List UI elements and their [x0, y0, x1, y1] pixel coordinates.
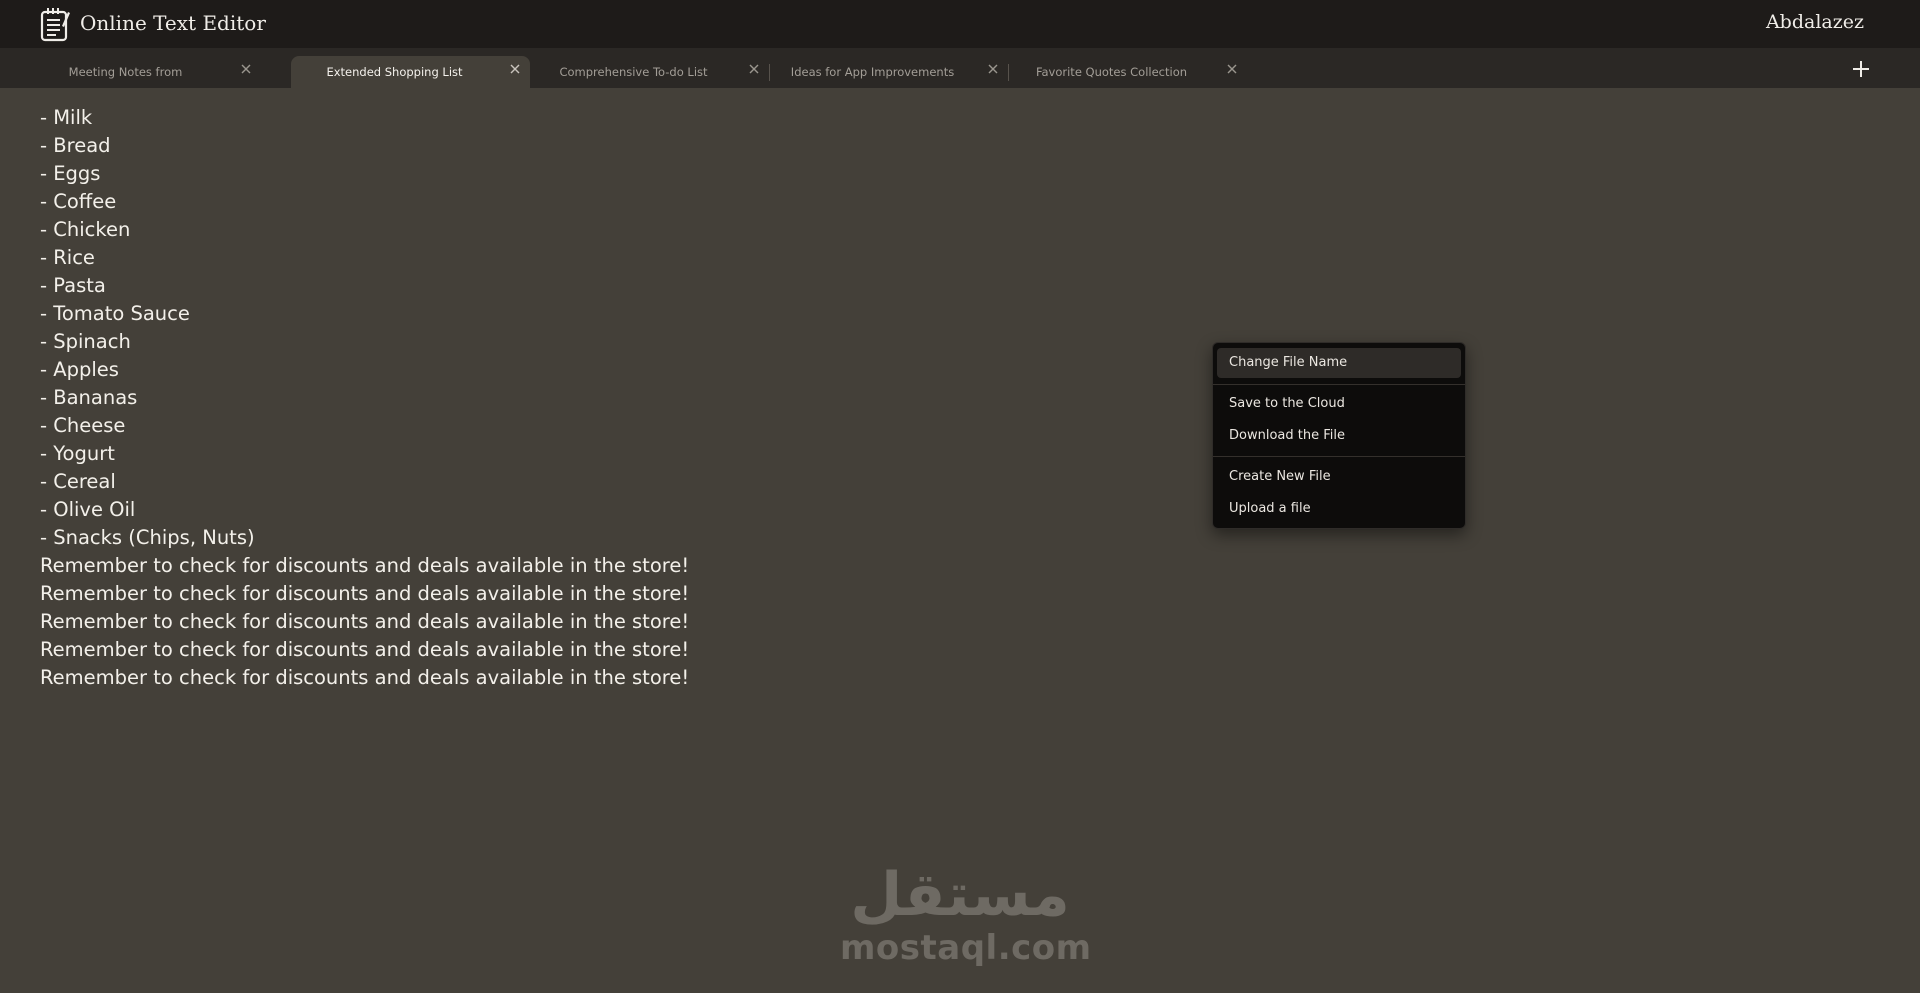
watermark-latin-text: mostaql.com: [840, 928, 1092, 968]
context-menu: Change File Name Save to the Cloud Downl…: [1212, 342, 1466, 529]
close-icon[interactable]: [508, 62, 522, 76]
change-file-name-menu-item[interactable]: Change File Name: [1217, 348, 1461, 378]
app-header: Online Text Editor Abdalazez: [0, 0, 1920, 48]
document-line: - Cheese: [40, 414, 126, 437]
editor-text-area[interactable]: - Milk - Bread - Eggs - Coffee - Chicken - Ri…: [40, 104, 940, 692]
document-line: Remember to check for discounts and deal…: [40, 638, 690, 661]
document-line: Remember to check for discounts and deal…: [40, 666, 690, 689]
document-line: - Bananas: [40, 386, 138, 409]
app-title: Online Text Editor: [80, 11, 266, 35]
menu-divider: [1213, 456, 1465, 457]
watermark-arabic-text: مستقل: [850, 860, 1070, 930]
document-line: - Bread: [40, 134, 111, 157]
download-file-menu-item[interactable]: Download the File: [1217, 421, 1461, 451]
upload-file-menu-item[interactable]: Upload a file: [1217, 494, 1461, 524]
document-line: - Yogurt: [40, 442, 115, 465]
tab-meeting-notes[interactable]: Meeting Notes from: [22, 56, 261, 88]
document-line: - Tomato Sauce: [40, 302, 190, 325]
document-line: Remember to check for discounts and deal…: [40, 610, 690, 633]
tab-label: Extended Shopping List: [326, 65, 463, 79]
document-line: - Rice: [40, 246, 95, 269]
close-icon[interactable]: [747, 62, 761, 76]
save-to-cloud-menu-item[interactable]: Save to the Cloud: [1217, 389, 1461, 419]
plus-icon[interactable]: [1850, 58, 1872, 80]
create-new-file-menu-item[interactable]: Create New File: [1217, 462, 1461, 492]
tab-bar: Meeting Notes from Extended Shopping Lis…: [0, 48, 1920, 88]
document-line: - Cereal: [40, 470, 116, 493]
document-line: - Snacks (Chips, Nuts): [40, 526, 255, 549]
close-icon[interactable]: [986, 62, 1000, 76]
tab-label: Favorite Quotes Collection: [1035, 65, 1188, 79]
document-line: - Coffee: [40, 190, 117, 213]
document-line: Remember to check for discounts and deal…: [40, 582, 690, 605]
tab-favorite-quotes[interactable]: Favorite Quotes Collection: [1008, 56, 1247, 88]
document-line: - Chicken: [40, 218, 131, 241]
close-icon[interactable]: [1225, 62, 1239, 76]
tab-extended-shopping-list[interactable]: Extended Shopping List: [291, 56, 530, 88]
tab-app-ideas[interactable]: Ideas for App Improvements: [769, 56, 1008, 88]
document-line: - Pasta: [40, 274, 106, 297]
notepad-icon: [40, 8, 70, 42]
document-line: - Spinach: [40, 330, 131, 353]
tab-label: Meeting Notes from: [68, 65, 183, 79]
watermark-logo: مستقل mostaql.com: [840, 860, 1092, 980]
document-line: - Milk: [40, 106, 93, 129]
menu-divider: [1213, 384, 1465, 385]
document-line: - Apples: [40, 358, 119, 381]
document-line: Remember to check for discounts and deal…: [40, 554, 690, 577]
close-icon[interactable]: [239, 62, 253, 76]
user-name[interactable]: Abdalazez: [1766, 11, 1864, 33]
document-line: - Eggs: [40, 162, 101, 185]
tab-label: Comprehensive To-do List: [559, 65, 708, 79]
document-line: - Olive Oil: [40, 498, 136, 521]
tab-label: Ideas for App Improvements: [790, 65, 955, 79]
tab-todo-list[interactable]: Comprehensive To-do List: [530, 56, 769, 88]
